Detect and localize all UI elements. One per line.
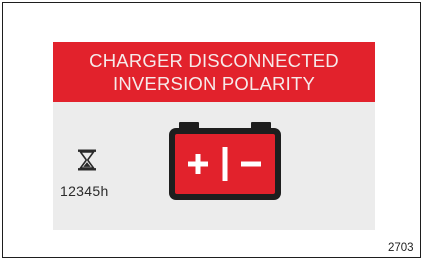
figure-code: 2703 [388,242,414,254]
polarity-divider [222,147,228,181]
alert-subtitle: INVERSION POLARITY [112,73,315,94]
hours-value: 12345 [60,183,101,199]
alert-title: CHARGER DISCONNECTED [89,50,339,71]
display-screen: CHARGER DISCONNECTED INVERSION POLARITY … [53,42,375,230]
hours-unit: h [100,183,109,199]
hourglass-icon [78,149,96,171]
alert-banner: CHARGER DISCONNECTED INVERSION POLARITY [53,42,375,102]
operating-hours: 12345h [60,183,109,199]
figure-frame: CHARGER DISCONNECTED INVERSION POLARITY … [2,2,421,258]
battery-polarity-icon [169,122,281,200]
